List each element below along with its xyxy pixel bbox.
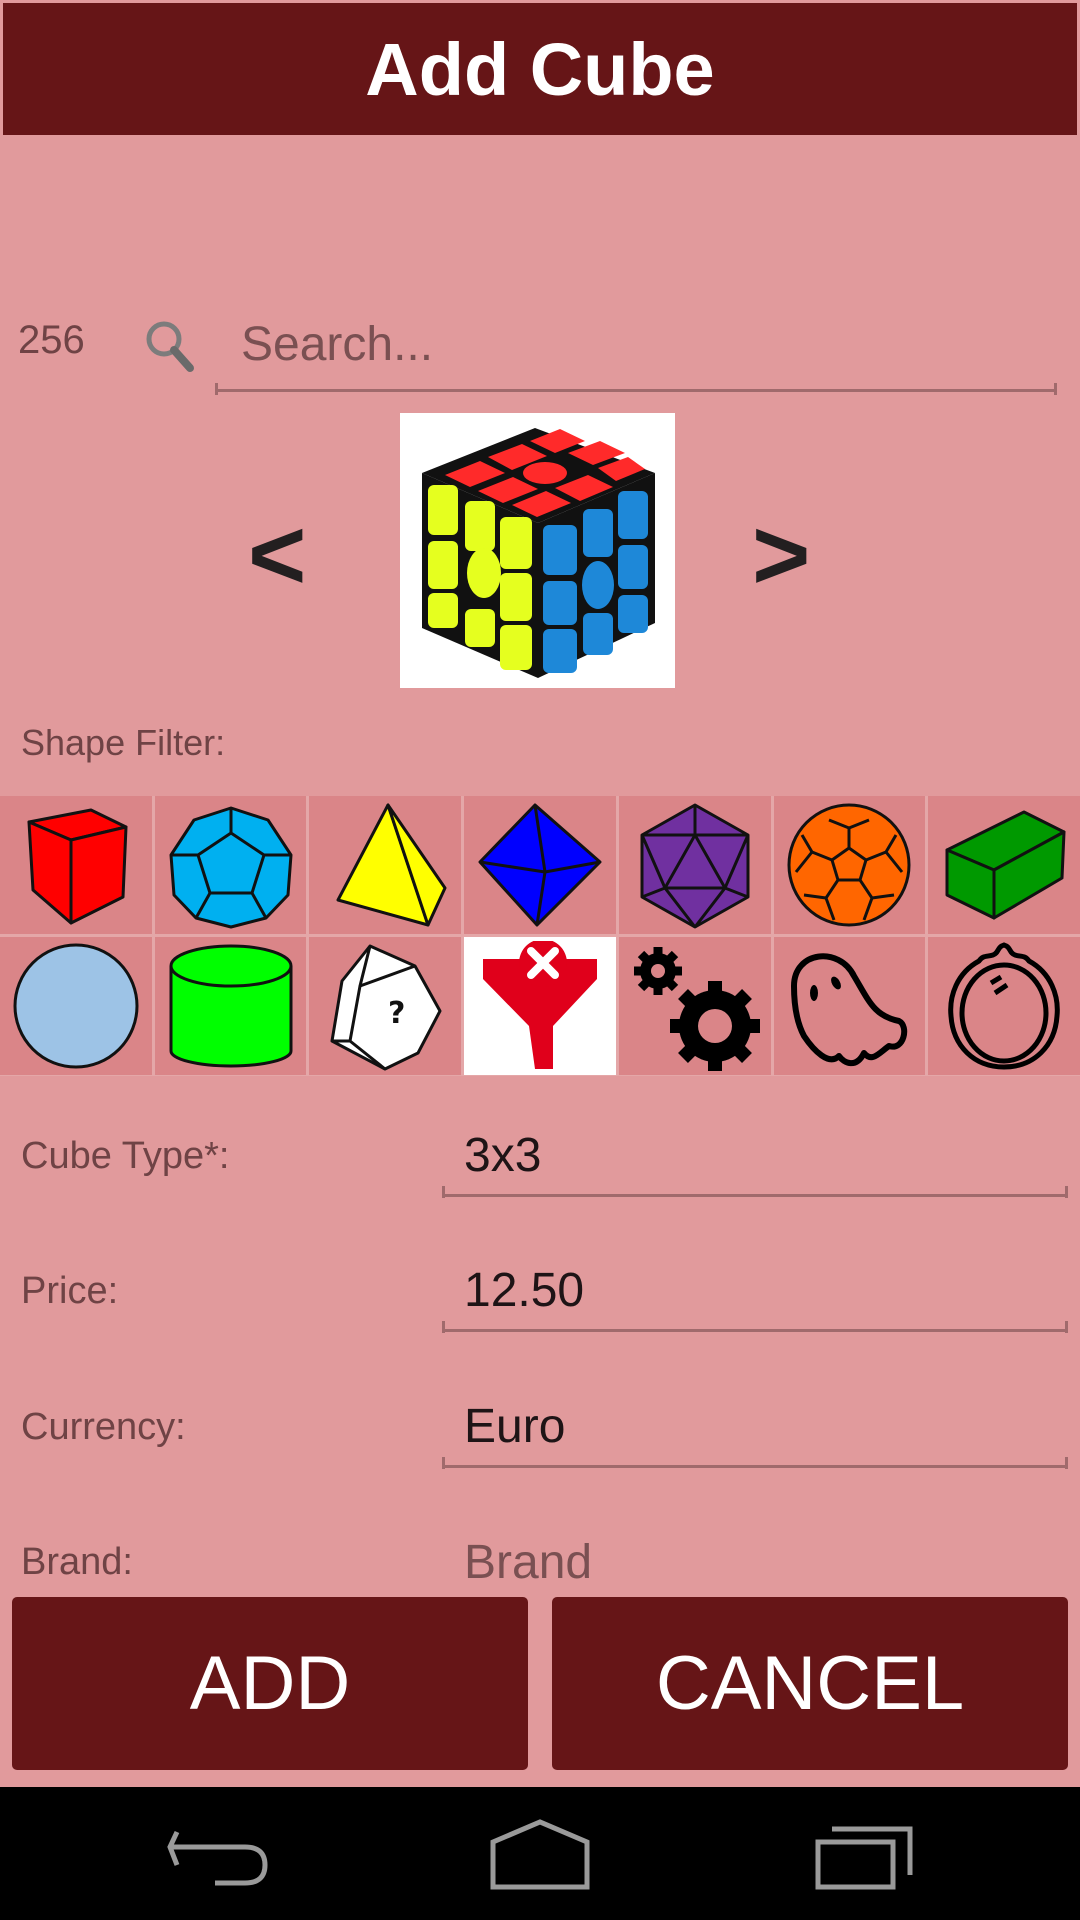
- currency-underline-left: [442, 1457, 445, 1469]
- brand-label: Brand:: [21, 1541, 133, 1583]
- cube-type-underline-right: [1065, 1186, 1068, 1198]
- shape-filter-grid: ?: [0, 796, 1080, 1076]
- icosahedron-icon: [640, 803, 750, 929]
- shape-filter-dodecahedron[interactable]: [154, 796, 307, 934]
- shape-filter-sphere[interactable]: [0, 937, 152, 1075]
- app-header: Add Cube: [3, 3, 1077, 135]
- price-underline-left: [442, 1321, 445, 1333]
- shape-filter-clear[interactable]: [464, 937, 616, 1075]
- shape-filter-ghost[interactable]: [773, 937, 926, 1075]
- shape-filter-cube[interactable]: [0, 796, 152, 934]
- page-title: Add Cube: [365, 27, 715, 111]
- clear-filter-icon: [482, 941, 597, 1069]
- dodecahedron-icon: [169, 806, 293, 929]
- svg-text:?: ?: [388, 996, 405, 1031]
- octahedron-icon: [478, 803, 602, 927]
- home-icon[interactable]: [485, 1817, 595, 1892]
- brand-input[interactable]: [442, 1522, 1068, 1602]
- cube-icon: [27, 808, 128, 925]
- search-underline-left: [215, 383, 218, 395]
- price-label: Price:: [21, 1270, 119, 1312]
- sphere-icon: [13, 943, 139, 1069]
- result-count: 256: [18, 318, 85, 362]
- unknown-shape-icon: ?: [330, 944, 442, 1071]
- shape-filter-octahedron[interactable]: [464, 796, 616, 934]
- previous-image-button[interactable]: <: [248, 505, 306, 605]
- search-underline-right: [1054, 383, 1057, 395]
- shape-filter-tetrahedron[interactable]: [309, 796, 462, 934]
- shape-filter-gears[interactable]: [618, 937, 771, 1075]
- cylinder-icon: [169, 944, 293, 1068]
- currency-underline-right: [1065, 1457, 1068, 1469]
- rubiks-cube-image: [422, 428, 655, 678]
- price-input[interactable]: [442, 1252, 1068, 1332]
- back-icon[interactable]: [165, 1817, 275, 1892]
- price-underline-right: [1065, 1321, 1068, 1333]
- cube-type-label: Cube Type*:: [21, 1135, 230, 1177]
- search-input[interactable]: [215, 300, 1057, 392]
- system-navigation-bar: [0, 1787, 1080, 1920]
- cuboid-icon: [945, 810, 1066, 920]
- shape-filter-truncated-icosahedron[interactable]: [773, 796, 926, 934]
- shape-filter-cuboid[interactable]: [928, 796, 1080, 934]
- search-icon[interactable]: [140, 316, 200, 376]
- tetrahedron-icon: [336, 803, 447, 927]
- shape-filter-label: Shape Filter:: [21, 722, 226, 763]
- recents-icon[interactable]: [810, 1817, 920, 1892]
- ghost-icon: [791, 953, 908, 1067]
- shape-filter-icosahedron[interactable]: [618, 796, 771, 934]
- currency-label: Currency:: [21, 1406, 186, 1448]
- shape-filter-cylinder[interactable]: [154, 937, 307, 1075]
- shape-filter-unknown[interactable]: ?: [309, 937, 462, 1075]
- soccer-ball-icon: [787, 803, 911, 927]
- cube-type-input[interactable]: [442, 1117, 1068, 1197]
- gears-icon: [633, 947, 760, 1071]
- cube-image: [400, 413, 675, 688]
- currency-input[interactable]: [442, 1388, 1068, 1468]
- shape-filter-mirror[interactable]: [928, 937, 1080, 1075]
- cancel-button[interactable]: CANCEL: [552, 1597, 1068, 1770]
- add-button[interactable]: ADD: [12, 1597, 528, 1770]
- cube-type-underline-left: [442, 1186, 445, 1198]
- mirror-icon: [948, 942, 1060, 1070]
- next-image-button[interactable]: >: [752, 505, 810, 605]
